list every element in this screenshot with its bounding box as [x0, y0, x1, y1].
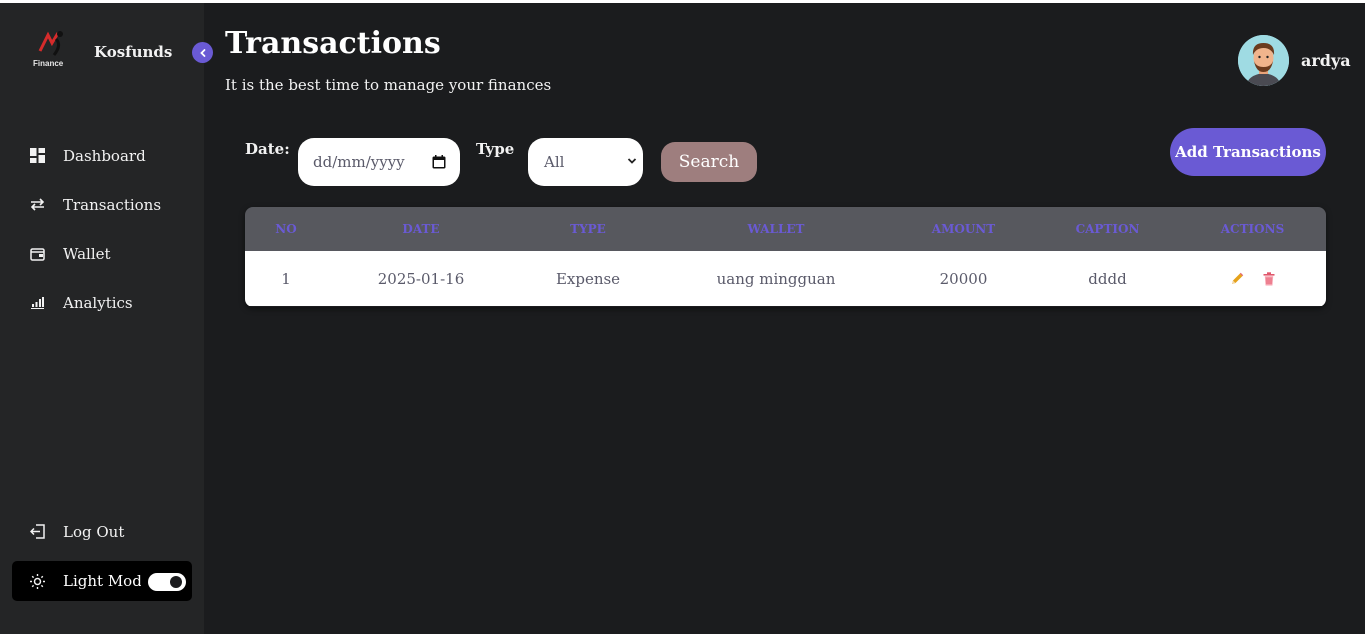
add-transaction-button[interactable]: Add Transactions — [1170, 128, 1326, 176]
cell-caption: dddd — [1088, 269, 1127, 288]
sidebar-item-label: Transactions — [63, 195, 162, 214]
column-header-wallet: Wallet — [747, 222, 805, 236]
logo: Finance — [30, 29, 74, 77]
chevron-down-icon — [627, 158, 637, 164]
logo-text: Finance — [33, 59, 64, 68]
dashboard-icon — [29, 147, 46, 164]
date-field[interactable]: dd/mm/yyyy — [298, 138, 460, 186]
date-label: Date: — [245, 140, 290, 158]
type-label: Type — [476, 140, 515, 158]
cell-type: Expense — [555, 269, 621, 288]
cell-no: 1 — [281, 269, 291, 288]
sidebar-nav: Dashboard Transactions Wallet Analytics — [0, 131, 204, 327]
top-border — [0, 0, 1365, 3]
sidebar-item-wallet[interactable]: Wallet — [0, 229, 204, 278]
wallet-icon — [29, 245, 46, 262]
theme-mode-label: Light Mode — [63, 572, 141, 590]
bar-chart-icon — [29, 294, 46, 311]
logo-mark-icon — [38, 31, 63, 56]
type-select[interactable]: All — [528, 138, 643, 186]
sidebar-item-label: Wallet — [63, 244, 111, 263]
edit-pencil-icon[interactable] — [1229, 271, 1245, 287]
search-button[interactable]: Search — [661, 142, 757, 182]
chevron-left-icon — [199, 48, 205, 57]
column-header-type: Type — [570, 222, 606, 236]
user-profile[interactable]: ardya — [1238, 35, 1351, 86]
avatar — [1238, 35, 1289, 86]
logout-button[interactable]: Log Out — [0, 507, 204, 556]
username: ardya — [1301, 51, 1351, 70]
toggle-knob — [170, 576, 182, 588]
column-header-actions: Actions — [1220, 222, 1285, 236]
cell-actions — [1179, 251, 1326, 306]
theme-mode-switch[interactable]: Light Mode — [12, 561, 192, 601]
sidebar-item-dashboard[interactable]: Dashboard — [0, 131, 204, 180]
cell-wallet: uang mingguan — [716, 269, 836, 288]
column-header-caption: Caption — [1075, 222, 1140, 236]
sidebar: Finance Kosfunds Dashboard Transactions … — [0, 3, 213, 634]
column-header-no: No — [275, 222, 297, 236]
type-selected-value: All — [544, 153, 565, 171]
logout-icon — [29, 523, 46, 540]
sidebar-item-transactions[interactable]: Transactions — [0, 180, 204, 229]
sidebar-item-label: Analytics — [63, 293, 133, 312]
page-title: Transactions — [225, 26, 441, 61]
table-header-row: No Date Type Wallet Amount Caption Actio… — [245, 207, 1326, 251]
theme-toggle[interactable] — [148, 573, 186, 591]
sidebar-item-label: Dashboard — [63, 146, 146, 165]
table-row: 1 2025-01-16 Expense uang mingguan 20000… — [245, 251, 1326, 306]
brand[interactable]: Finance Kosfunds — [30, 29, 172, 77]
brand-name: Kosfunds — [94, 43, 173, 61]
column-header-amount: Amount — [931, 222, 996, 236]
logout-label: Log Out — [63, 522, 125, 541]
column-header-date: Date — [402, 222, 440, 236]
collapse-sidebar-button[interactable] — [192, 42, 213, 63]
cell-date: 2025-01-16 — [377, 269, 465, 288]
page-subtitle: It is the best time to manage your finan… — [225, 76, 552, 94]
transfer-arrows-icon — [29, 196, 46, 213]
sidebar-item-analytics[interactable]: Analytics — [0, 278, 204, 327]
sun-icon — [29, 573, 46, 590]
logout-section: Log Out — [0, 507, 204, 556]
calendar-icon[interactable] — [432, 155, 446, 169]
cell-amount: 20000 — [939, 269, 988, 288]
transactions-table: No Date Type Wallet Amount Caption Actio… — [245, 207, 1326, 307]
delete-trash-icon[interactable] — [1261, 271, 1277, 287]
avatar-image — [1238, 35, 1289, 86]
date-placeholder: dd/mm/yyyy — [313, 153, 405, 171]
